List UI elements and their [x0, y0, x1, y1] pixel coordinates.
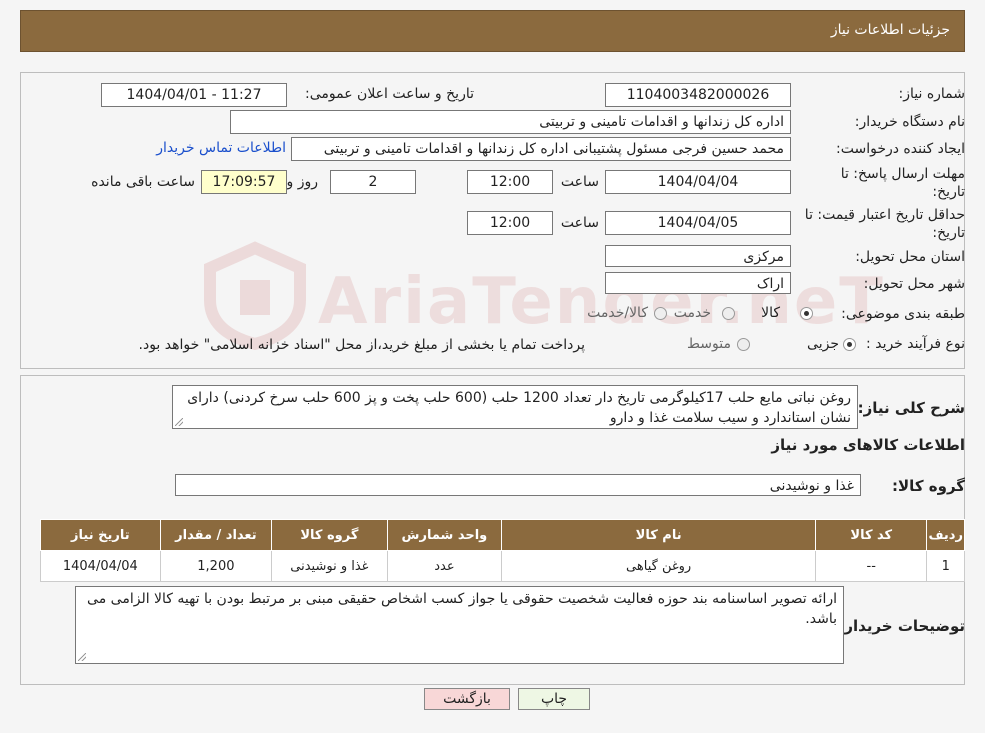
process-radio-minor[interactable]: [843, 338, 856, 351]
col-goods-name: نام کالا: [501, 519, 817, 551]
deadline-time-field: 12:00: [467, 170, 553, 194]
need-number-field: 1104003482000026: [605, 83, 791, 107]
page-header: جزئیات اطلاعات نیاز: [20, 10, 965, 52]
summary-textarea[interactable]: روغن نباتی مایع حلب 17کیلوگرمی تاریخ دار…: [172, 385, 858, 429]
col-quantity: تعداد / مقدار: [159, 519, 273, 551]
cell-need-date: 1404/04/04: [40, 550, 161, 582]
cell-unit: عدد: [386, 550, 503, 582]
goods-table: تاریخ نیاز تعداد / مقدار گروه کالا واحد …: [40, 519, 965, 582]
category-option-goods-service: کالا/خدمت: [587, 305, 648, 321]
col-need-date: تاریخ نیاز: [40, 519, 161, 551]
buyer-contact-link[interactable]: اطلاعات تماس خریدار: [156, 140, 286, 156]
requester-label: ایجاد کننده درخواست:: [836, 141, 965, 157]
deadline-days-field: 2: [330, 170, 416, 194]
price-validity-label-1: حداقل تاریخ اعتبار قیمت: تا: [804, 207, 965, 223]
col-goods-group: گروه کالا: [271, 519, 388, 551]
deadline-time-label: ساعت: [560, 174, 599, 190]
deadline-date-field: 1404/04/04: [605, 170, 791, 194]
print-button[interactable]: چاپ: [518, 688, 590, 710]
category-option-service: خدمت: [673, 305, 711, 321]
cell-goods-name: روغن گیاهی: [501, 550, 817, 582]
back-button[interactable]: بازگشت: [424, 688, 510, 710]
cell-goods-code: --: [815, 550, 928, 582]
resize-grip-icon[interactable]: [175, 418, 183, 426]
table-row: 1404/04/04 1,200 غذا و نوشیدنی عدد روغن …: [40, 550, 965, 582]
page-title: جزئیات اطلاعات نیاز: [830, 22, 950, 38]
process-payment-note: پرداخت تمام یا بخشی از مبلغ خرید،از محل …: [138, 337, 585, 353]
deadline-label-2: تاریخ:: [932, 184, 965, 200]
city-label: شهر محل تحویل:: [863, 276, 965, 292]
price-validity-date-field: 1404/04/05: [605, 211, 791, 235]
province-label: استان محل تحویل:: [855, 249, 965, 265]
category-radio-goods[interactable]: [800, 307, 813, 320]
deadline-days-label: روز و: [286, 174, 319, 190]
table-header-row: تاریخ نیاز تعداد / مقدار گروه کالا واحد …: [40, 519, 965, 551]
summary-label: شرح کلی نیاز:: [857, 399, 965, 417]
process-option-medium: متوسط: [687, 336, 731, 352]
price-validity-label-2: تاریخ:: [932, 225, 965, 241]
buyer-org-label: نام دستگاه خریدار:: [854, 114, 965, 130]
col-goods-code: کد کالا: [815, 519, 928, 551]
buyer-notes-textarea[interactable]: ارائه تصویر اساسنامه بند حوزه فعالیت شخص…: [75, 586, 844, 664]
goods-table-wrapper: تاریخ نیاز تعداد / مقدار گروه کالا واحد …: [40, 519, 965, 582]
remaining-time-label: ساعت باقی مانده: [91, 174, 195, 190]
process-radio-medium[interactable]: [737, 338, 750, 351]
announce-label: تاریخ و ساعت اعلان عمومی:: [305, 86, 474, 102]
price-validity-time-field: 12:00: [467, 211, 553, 235]
city-field: اراک: [605, 272, 791, 294]
process-option-minor: جزیی: [807, 336, 839, 352]
goods-group-label: گروه کالا:: [892, 477, 965, 495]
buyer-org-field: اداره کل زندانها و اقدامات تامینی و تربی…: [230, 110, 791, 134]
province-field: مرکزی: [605, 245, 791, 267]
summary-text: روغن نباتی مایع حلب 17کیلوگرمی تاریخ دار…: [187, 390, 851, 426]
buyer-notes-text: ارائه تصویر اساسنامه بند حوزه فعالیت شخص…: [87, 591, 837, 627]
category-radio-goods-service[interactable]: [654, 307, 667, 320]
cell-goods-group: غذا و نوشیدنی: [271, 550, 388, 582]
process-label: نوع فرآیند خرید :: [866, 336, 965, 352]
col-row-number: ردیف: [926, 519, 965, 551]
resize-grip-icon[interactable]: [78, 653, 86, 661]
price-validity-time-label: ساعت: [560, 215, 599, 231]
cell-row-number: 1: [926, 550, 965, 582]
buyer-notes-label: توضیحات خریدار:: [838, 617, 965, 635]
category-radio-service[interactable]: [722, 307, 735, 320]
goods-info-title: اطلاعات کالاهای مورد نیاز: [771, 436, 965, 454]
cell-quantity: 1,200: [159, 550, 273, 582]
deadline-label-1: مهلت ارسال پاسخ: تا: [840, 166, 965, 182]
need-number-label: شماره نیاز:: [898, 86, 966, 102]
requester-field: محمد حسین فرجی مسئول پشتیبانی اداره کل ز…: [291, 137, 791, 161]
category-option-goods: کالا: [761, 305, 780, 321]
goods-group-field: غذا و نوشیدنی: [175, 474, 861, 496]
category-label: طبقه بندی موضوعی:: [841, 306, 965, 322]
remaining-time-field: 17:09:57: [201, 170, 287, 194]
col-unit: واحد شمارش: [386, 519, 503, 551]
watermark-icon: [204, 241, 306, 350]
announce-datetime-field: 1404/04/01 - 11:27: [101, 83, 287, 107]
